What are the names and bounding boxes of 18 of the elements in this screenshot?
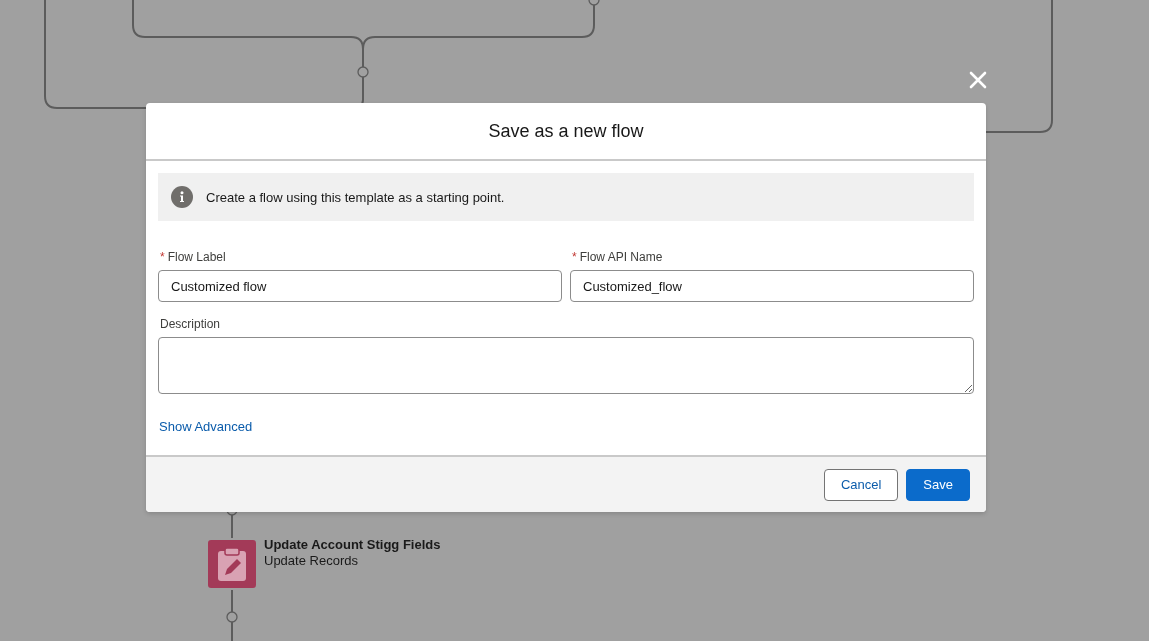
description-textarea[interactable] xyxy=(158,337,974,394)
required-mark: * xyxy=(160,250,165,266)
cancel-button[interactable]: Cancel xyxy=(823,468,899,501)
element-type: Update Records xyxy=(264,553,359,569)
save-button[interactable]: Save xyxy=(906,468,970,501)
info-text: Create a flow using this template as a starting point. xyxy=(206,189,505,205)
text-input[interactable]: Customized flow xyxy=(158,270,562,302)
field-label: Description xyxy=(160,317,221,333)
show-advanced-link[interactable]: Show Advanced xyxy=(159,419,253,434)
info-icon xyxy=(171,186,193,208)
close-icon xyxy=(969,71,987,89)
text-input[interactable]: Customized_flow xyxy=(570,270,974,302)
field-label: Flow Label xyxy=(167,250,226,266)
field-label: Flow API Name xyxy=(579,250,663,266)
clipboard-pencil-icon[interactable] xyxy=(208,540,256,588)
required-mark: * xyxy=(572,250,577,266)
element-title: Update Account Stigg Fields xyxy=(264,537,441,553)
dialog-title: Save as a new flow xyxy=(488,120,644,142)
